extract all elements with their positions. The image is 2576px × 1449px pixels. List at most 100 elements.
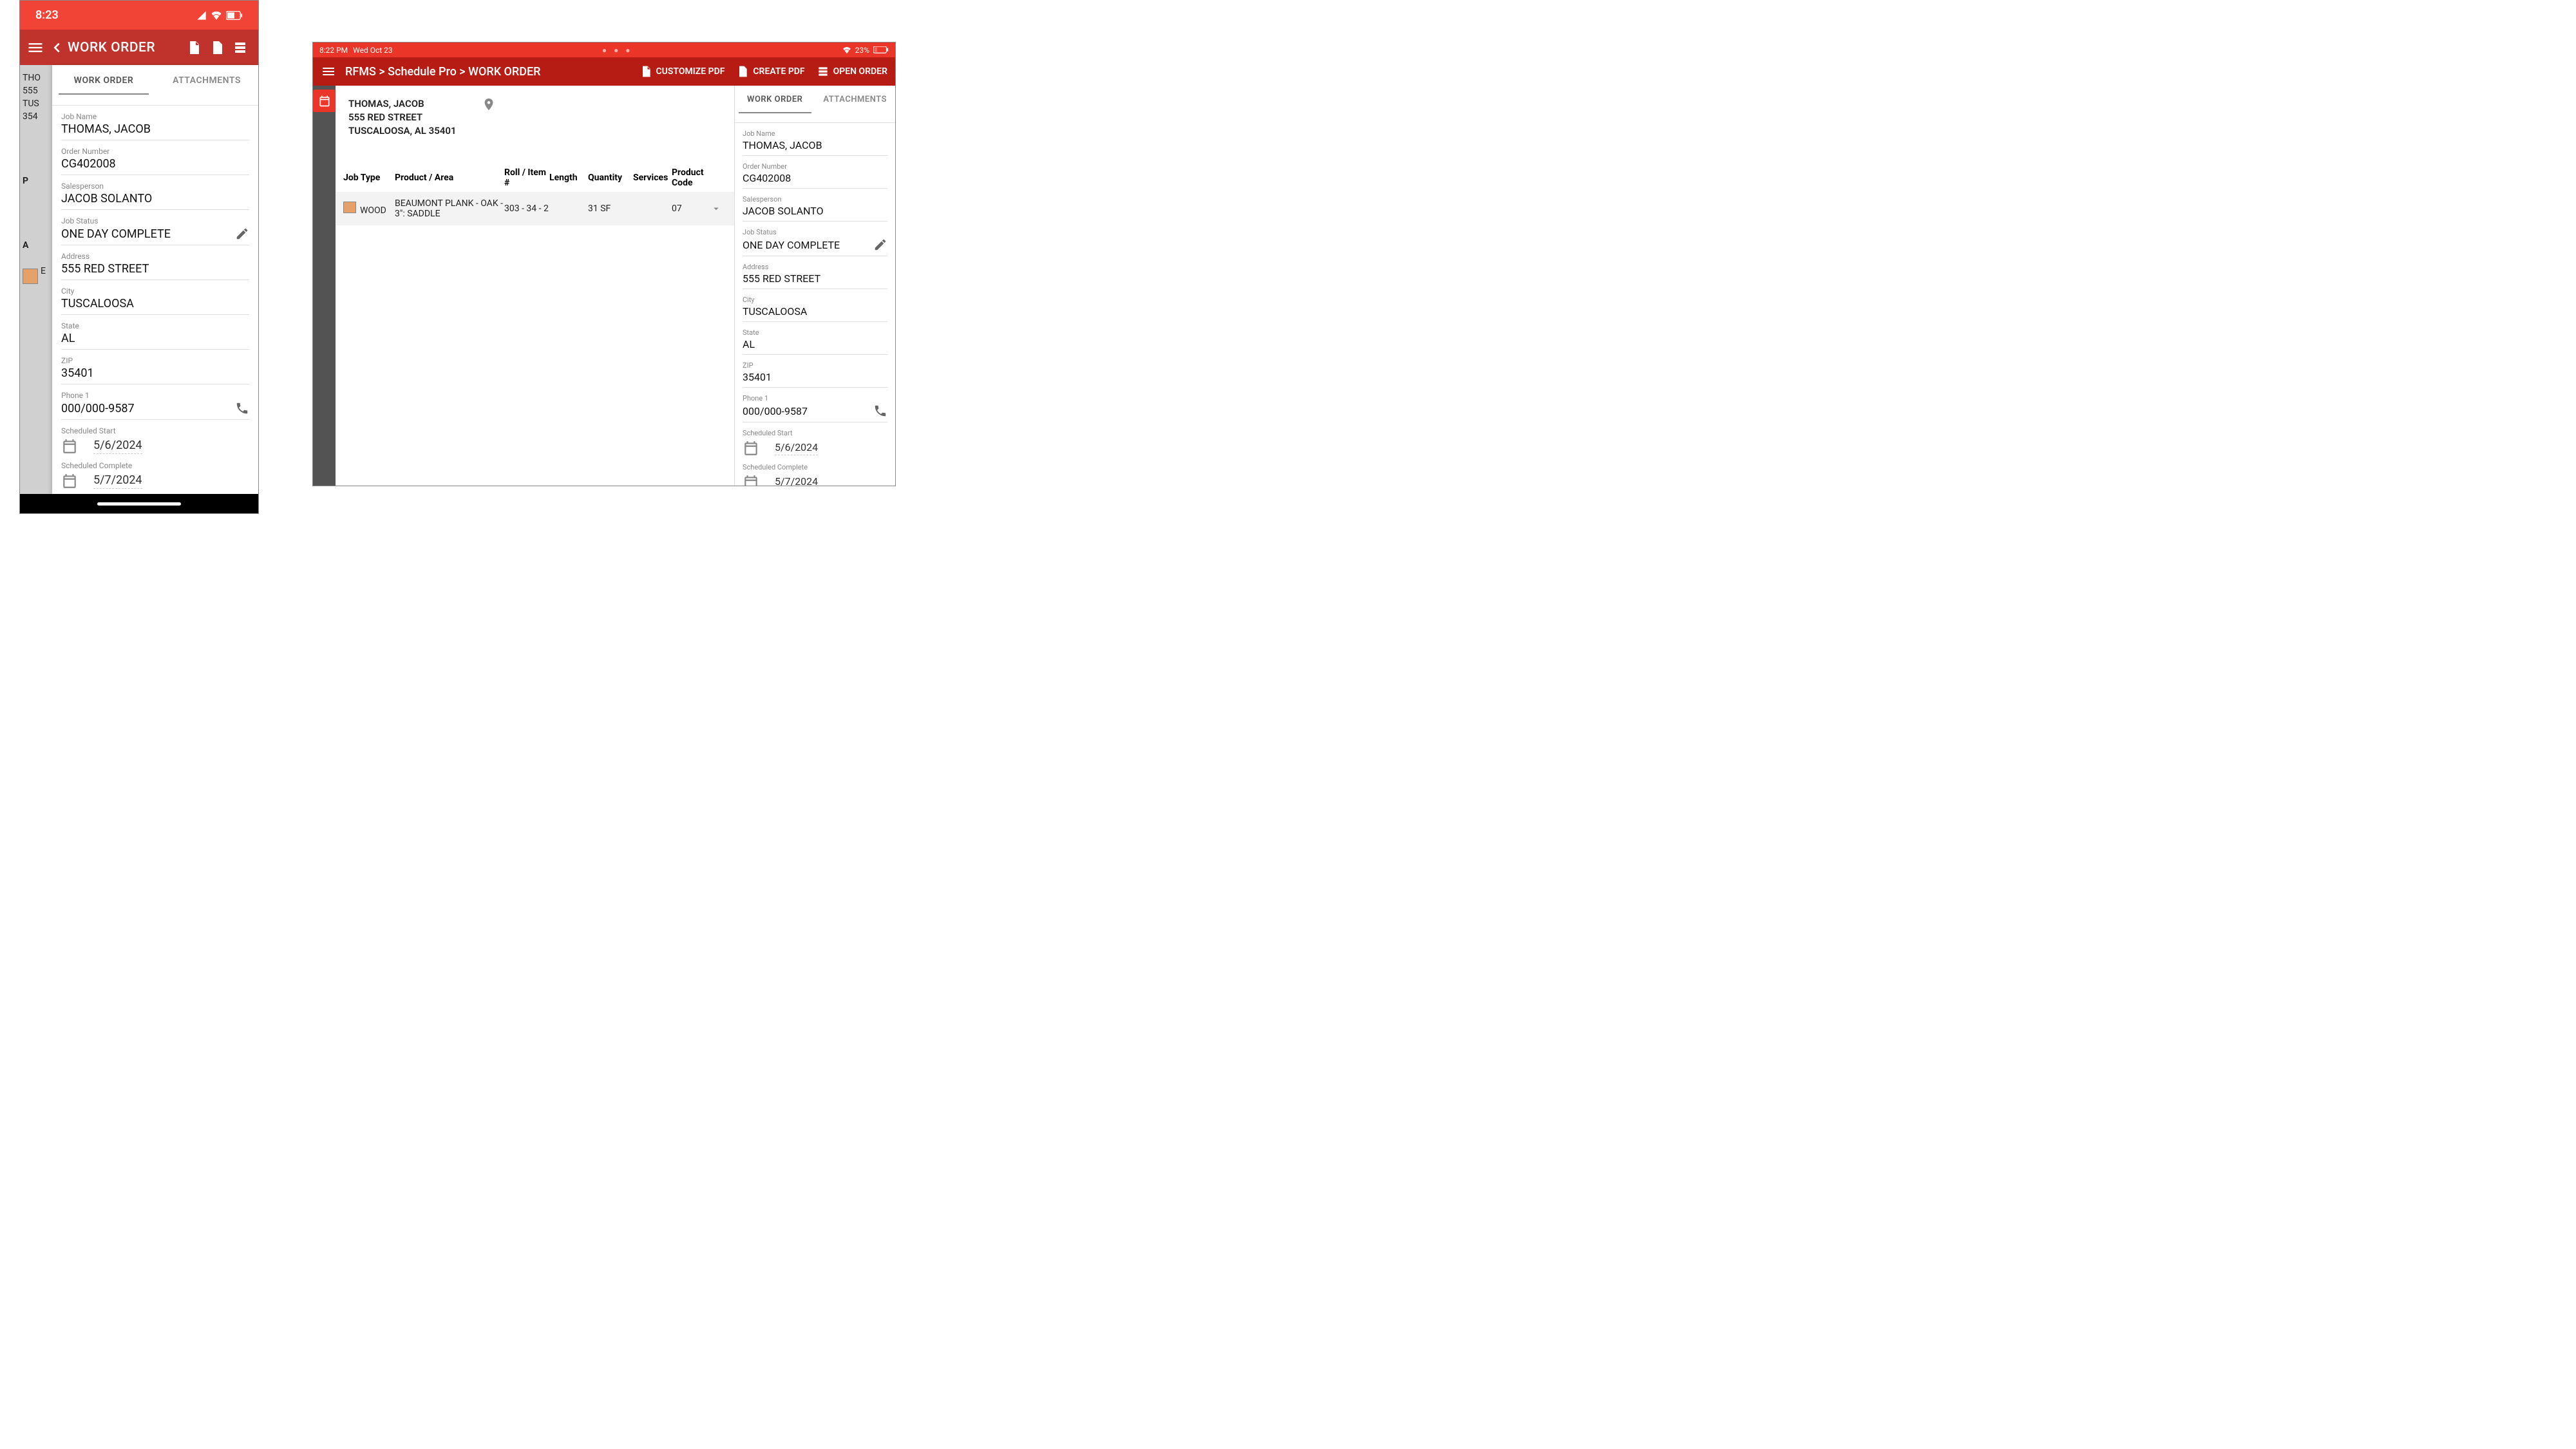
menu-icon[interactable] [26, 39, 44, 57]
field-salesperson: Salesperson JACOB SOLANTO [743, 195, 887, 222]
color-swatch [343, 202, 356, 213]
job-citystate: TUSCALOOSA, AL 35401 [348, 124, 456, 138]
appbar-title: WORK ORDER [68, 40, 182, 55]
field-value[interactable]: 000/000-9587 [743, 405, 808, 417]
open-order-icon[interactable] [232, 40, 248, 55]
field-value[interactable]: JACOB SOLANTO [61, 192, 249, 205]
phone-icon[interactable] [873, 404, 887, 418]
calendar-rail-button[interactable] [313, 90, 336, 112]
peek-text: THO [23, 71, 50, 84]
peek-text: E [41, 265, 46, 278]
tablet-main: THOMAS, JACOB 555 RED STREET TUSCALOOSA,… [336, 86, 734, 486]
field-label: Scheduled Complete [743, 463, 887, 471]
background-list-peek: THO 555 TUS 354 P A E [20, 65, 52, 494]
field-value[interactable]: 35401 [743, 371, 887, 383]
field-value[interactable]: 35401 [61, 366, 249, 380]
create-pdf-icon[interactable] [209, 40, 225, 55]
field-value[interactable]: ONE DAY COMPLETE [61, 227, 171, 241]
table-row[interactable]: WOOD BEAUMONT PLANK - OAK - 3": SADDLE 3… [336, 192, 734, 225]
date-value[interactable]: 5/6/2024 [775, 441, 818, 455]
field-value[interactable]: 555 RED STREET [61, 262, 249, 276]
job-name: THOMAS, JACOB [348, 97, 456, 111]
field-label: Scheduled Start [743, 429, 887, 437]
field-value[interactable]: TUSCALOOSA [61, 297, 249, 310]
tab-attachments[interactable]: ATTACHMENTS [815, 86, 896, 122]
col-services: Services [633, 173, 672, 183]
field-job-name: Job Name THOMAS, JACOB [61, 112, 249, 140]
date-value[interactable]: 5/7/2024 [93, 473, 142, 489]
wifi-icon [211, 10, 222, 21]
calendar-icon[interactable] [743, 474, 759, 486]
tab-attachments[interactable]: ATTACHMENTS [155, 65, 258, 105]
create-pdf-button[interactable]: CREATE PDF [736, 65, 804, 78]
col-quantity: Quantity [588, 173, 633, 183]
field-value[interactable]: ONE DAY COMPLETE [743, 239, 840, 251]
customize-pdf-button[interactable]: CUSTOMIZE PDF [639, 65, 725, 78]
phone-icon[interactable] [235, 401, 249, 415]
field-order-number: Order Number CG402008 [743, 162, 887, 189]
col-pcode: Product Code [672, 167, 710, 188]
peek-text: 555 [23, 84, 50, 97]
field-label: ZIP [61, 356, 249, 365]
edit-icon[interactable] [873, 238, 887, 252]
peek-text: TUS [23, 97, 50, 110]
cell-roll: 303 - 34 - 2 [504, 204, 549, 214]
multitask-dots: ● ● ● [393, 46, 842, 55]
field-label: Job Status [743, 228, 887, 236]
field-label: Salesperson [743, 195, 887, 204]
map-pin-icon[interactable] [482, 97, 496, 111]
tab-work-order[interactable]: WORK ORDER [52, 65, 155, 105]
col-job-type: Job Type [343, 173, 395, 183]
expand-chevron-icon[interactable] [710, 203, 726, 214]
field-value[interactable]: AL [61, 332, 249, 345]
field-sched-start: Scheduled Start 5/6/2024 [61, 426, 249, 455]
signal-icon [196, 10, 207, 21]
breadcrumb: RFMS > Schedule Pro > WORK ORDER [345, 65, 628, 79]
field-zip: ZIP 35401 [61, 356, 249, 384]
date-value[interactable]: 5/7/2024 [775, 475, 818, 486]
field-value[interactable]: THOMAS, JACOB [61, 122, 249, 136]
field-value[interactable]: TUSCALOOSA [743, 305, 887, 317]
field-value[interactable]: 555 RED STREET [743, 272, 887, 285]
field-job-status: Job Status ONE DAY COMPLETE [743, 228, 887, 256]
menu-icon[interactable] [321, 64, 336, 79]
field-value[interactable]: THOMAS, JACOB [743, 139, 887, 151]
action-label: CREATE PDF [753, 66, 804, 77]
open-order-button[interactable]: OPEN ORDER [817, 65, 887, 78]
field-value[interactable]: CG402008 [743, 172, 887, 184]
col-length: Length [549, 173, 588, 183]
field-value[interactable]: AL [743, 338, 887, 350]
calendar-icon[interactable] [61, 473, 78, 489]
peek-text: A [23, 239, 50, 252]
battery-icon [226, 11, 243, 20]
field-label: Job Status [61, 216, 249, 225]
color-swatch [23, 269, 38, 284]
field-address: Address 555 RED STREET [743, 263, 887, 289]
edit-icon[interactable] [235, 227, 249, 241]
field-address: Address 555 RED STREET [61, 252, 249, 280]
field-value[interactable]: JACOB SOLANTO [743, 205, 887, 217]
tab-work-order[interactable]: WORK ORDER [735, 86, 815, 122]
field-value[interactable]: CG402008 [61, 157, 249, 171]
field-value[interactable]: 000/000-9587 [61, 402, 135, 415]
field-job-status: Job Status ONE DAY COMPLETE [61, 216, 249, 245]
peek-text: 354 [23, 110, 50, 123]
cell-pcode: 07 [672, 204, 710, 214]
peek-text: P [23, 175, 50, 187]
tablet-appbar: RFMS > Schedule Pro > WORK ORDER CUSTOMI… [313, 57, 895, 86]
field-city: City TUSCALOOSA [743, 296, 887, 322]
tab-bar: WORK ORDER ATTACHMENTS [52, 65, 258, 106]
calendar-icon[interactable] [61, 438, 78, 455]
date-value[interactable]: 5/6/2024 [93, 439, 142, 454]
calendar-icon[interactable] [743, 440, 759, 457]
field-label: Job Name [61, 112, 249, 121]
customize-pdf-icon[interactable] [186, 40, 202, 55]
phone-body: THO 555 TUS 354 P A E WORK ORDER ATTACHM… [20, 65, 258, 494]
field-label: Address [743, 263, 887, 271]
home-indicator [20, 494, 258, 513]
field-city: City TUSCALOOSA [61, 287, 249, 315]
field-sched-start: Scheduled Start 5/6/2024 [743, 429, 887, 457]
back-button[interactable] [50, 41, 64, 55]
status-icons [196, 10, 243, 21]
field-label: Job Name [743, 129, 887, 138]
